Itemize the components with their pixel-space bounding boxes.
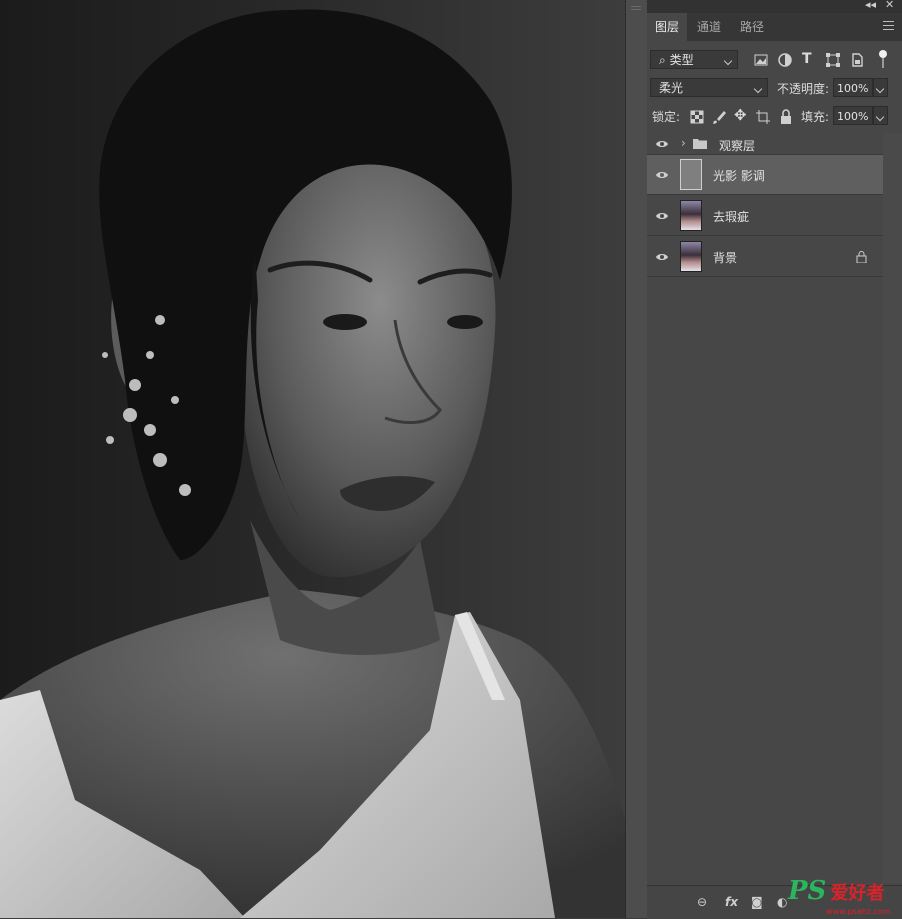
fx-icon[interactable]: fx [725, 895, 738, 909]
adjustment-icon[interactable]: ◐ [777, 895, 787, 909]
blend-mode-select[interactable]: 柔光 [650, 78, 768, 97]
lock-artboard-icon[interactable] [755, 109, 771, 125]
lock-row: 锁定: ✥ 填充: 100% [647, 106, 902, 128]
panel-menu-icon[interactable] [883, 21, 894, 33]
folder-icon [693, 139, 707, 149]
document-canvas[interactable] [0, 0, 625, 918]
eye-icon[interactable] [655, 168, 669, 182]
lock-pixels-brush-icon[interactable] [711, 109, 727, 125]
image-filter-icon[interactable] [753, 52, 769, 68]
panel-dock-separator[interactable] [625, 0, 649, 918]
type-filter-icon[interactable]: T [802, 51, 812, 67]
layer-thumbnail [680, 159, 702, 190]
layer-row-selected[interactable]: 光影 影调 [647, 155, 883, 195]
tab-layers[interactable]: 图层 [647, 13, 687, 41]
chevron-down-icon [875, 84, 885, 94]
eye-icon[interactable] [655, 250, 669, 264]
link-icon[interactable]: ⊖ [697, 895, 707, 909]
close-panel-icon[interactable]: ✕ [885, 0, 894, 11]
layers-scrollbar[interactable] [883, 133, 902, 883]
chevron-right-icon[interactable]: › [681, 136, 686, 150]
layer-name: 光影 影调 [713, 169, 765, 183]
blend-mode-row: 柔光 不透明度: 100% [647, 78, 902, 100]
filter-toggle-icon[interactable] [879, 50, 887, 58]
search-icon: ⌕ [659, 53, 666, 67]
layer-row[interactable]: 去瑕疵 [647, 196, 883, 236]
eye-icon[interactable] [655, 137, 669, 151]
shape-filter-icon[interactable] [825, 52, 841, 68]
lock-position-move-icon[interactable]: ✥ [734, 106, 747, 124]
layer-row-background[interactable]: 背景 [647, 237, 883, 277]
layers-list: › 观察层 光影 影调 去瑕疵 背景 [647, 133, 902, 883]
tab-paths[interactable]: 路径 [732, 13, 772, 41]
watermark-url: www.psahz.com [826, 907, 891, 916]
panel-tab-bar: 图层 通道 路径 [647, 13, 902, 41]
lock-icon [856, 251, 867, 263]
layer-thumbnail [680, 200, 702, 231]
collapse-panel-icon[interactable]: ◂◂ [865, 0, 876, 11]
layer-filter-row: ⌕ 类型 T [647, 50, 902, 72]
filter-toggle-track [882, 58, 884, 68]
layers-panel: ◂◂ ✕ 图层 通道 路径 ⌕ 类型 T 柔光 不透明度: 100% 锁定: ✥… [647, 0, 902, 919]
lock-transparency-icon[interactable] [689, 109, 705, 125]
layer-name: 观察层 [719, 139, 756, 153]
layer-thumbnail [680, 241, 702, 272]
chevron-down-icon [723, 56, 733, 66]
fill-dropdown[interactable] [873, 106, 888, 125]
lock-label: 锁定: [652, 110, 681, 124]
watermark-logo: PS 爱好者 www.psahz.com [788, 876, 890, 916]
blend-mode-value: 柔光 [659, 81, 684, 95]
filter-kind-label: 类型 [669, 53, 694, 67]
opacity-dropdown[interactable] [873, 78, 888, 97]
mask-icon[interactable]: ◙ [751, 895, 763, 909]
layer-name: 背景 [713, 251, 738, 265]
panel-titlebar: ◂◂ ✕ [647, 0, 902, 13]
watermark-brand: PS [788, 876, 827, 906]
chevron-down-icon [753, 84, 763, 94]
smart-object-filter-icon[interactable] [849, 52, 865, 68]
eye-icon[interactable] [655, 209, 669, 223]
watermark-text: 爱好者 [830, 883, 885, 904]
chevron-down-icon [875, 112, 885, 122]
opacity-label: 不透明度: [777, 82, 830, 96]
lock-all-icon[interactable] [778, 109, 794, 125]
opacity-input[interactable]: 100% [833, 78, 873, 97]
fill-input[interactable]: 100% [833, 106, 873, 125]
adjustment-filter-icon[interactable] [777, 52, 793, 68]
portrait-photo [0, 9, 625, 918]
layer-filter-kind-select[interactable]: ⌕ 类型 [650, 50, 738, 69]
layer-row-group[interactable]: › 观察层 [647, 133, 883, 155]
fill-label: 填充: [801, 110, 830, 124]
layer-name: 去瑕疵 [713, 210, 750, 224]
tab-channels[interactable]: 通道 [689, 13, 729, 41]
